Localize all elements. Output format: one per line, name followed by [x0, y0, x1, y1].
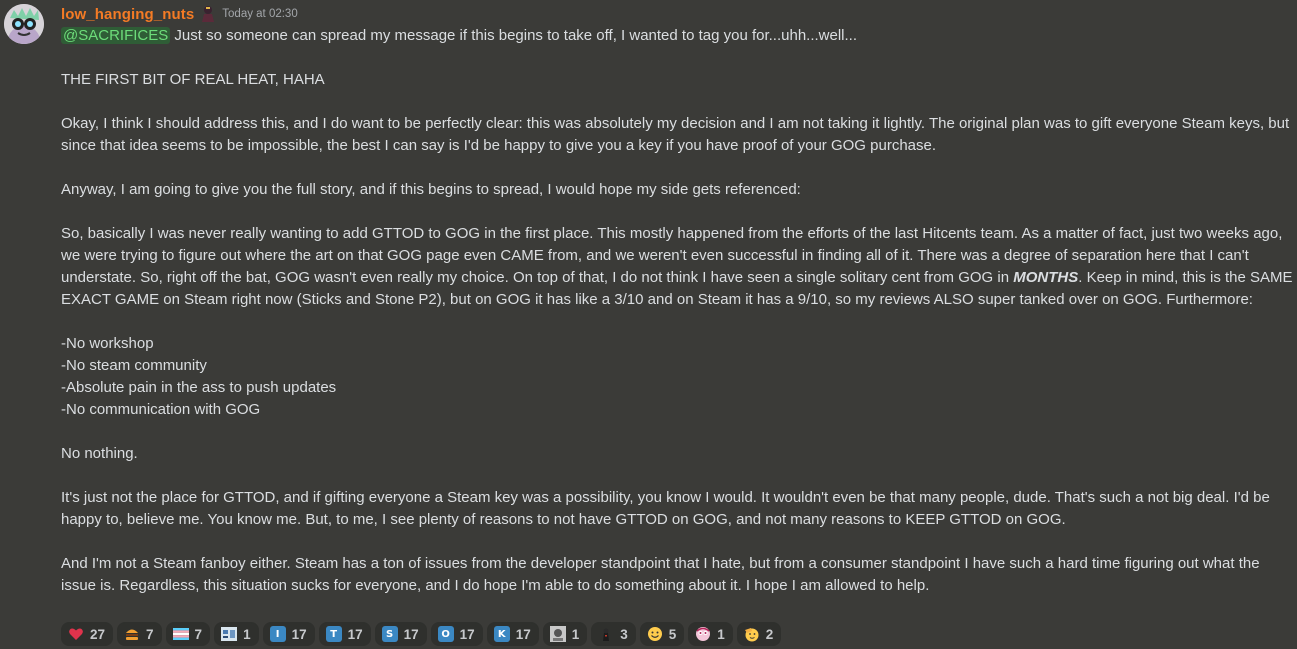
- burger-icon: [124, 626, 140, 642]
- chat-message: low_hanging_nuts Today at 02:30 @SACRIFI…: [0, 0, 1297, 649]
- message-header: low_hanging_nuts Today at 02:30: [61, 4, 298, 24]
- reaction-custom[interactable]: 3: [591, 622, 636, 646]
- letter-o-icon: O: [437, 626, 454, 642]
- reaction-count: 17: [291, 626, 307, 642]
- reaction-count: 1: [717, 626, 725, 642]
- list-item: -No communication with GOG: [61, 401, 261, 418]
- user-mention[interactable]: @SACRIFICES: [61, 27, 171, 44]
- reaction-custom[interactable]: 1: [214, 622, 259, 646]
- reaction-count: 27: [90, 626, 106, 642]
- avatar-icon: [4, 4, 44, 44]
- heart-icon: [68, 626, 84, 642]
- reaction-heart[interactable]: 27: [61, 622, 114, 646]
- paragraph-4: So, basically I was never really wanting…: [61, 223, 1293, 311]
- reaction-custom[interactable]: 1: [688, 622, 733, 646]
- reaction-bar: 27 7 7 1 I 17 T 17 S 17 O 17 K 17 1 3 5 …: [61, 622, 782, 646]
- reaction-smile[interactable]: 5: [639, 622, 685, 646]
- paragraph-3: Anyway, I am going to give you the full …: [61, 181, 801, 198]
- user-avatar[interactable]: [4, 4, 44, 44]
- reaction-letter-o[interactable]: O 17: [430, 622, 483, 646]
- letter-i-icon: I: [269, 626, 286, 642]
- message-timestamp[interactable]: Today at 02:30: [222, 8, 297, 20]
- reaction-count: 1: [571, 626, 580, 642]
- letter-s-icon: S: [381, 626, 398, 642]
- message-first-line: @SACRIFICES Just so someone can spread m…: [61, 25, 1293, 47]
- reaction-count: 2: [765, 626, 774, 642]
- custom-emote-icon: [598, 626, 614, 642]
- list-item: -No steam community: [61, 357, 207, 374]
- reaction-count: 1: [243, 626, 251, 642]
- reaction-count: 17: [459, 626, 475, 642]
- message-content: @SACRIFICES Just so someone can spread m…: [61, 25, 1293, 597]
- reaction-count: 17: [515, 626, 531, 642]
- paragraph-7: And I'm not a Steam fanboy either. Steam…: [61, 555, 1260, 594]
- reaction-letter-i[interactable]: I 17: [262, 622, 315, 646]
- first-line-text: Just so someone can spread my message if…: [170, 27, 858, 44]
- custom-emote-icon: [221, 626, 238, 642]
- letter-t-icon: T: [325, 626, 342, 642]
- paragraph-2: Okay, I think I should address this, and…: [61, 115, 1290, 154]
- reaction-letter-t[interactable]: T 17: [318, 622, 371, 646]
- letter-k-icon: K: [493, 626, 510, 642]
- custom-emote-icon: [695, 626, 711, 642]
- paragraph-1: THE FIRST BIT OF REAL HEAT, HAHA: [61, 71, 325, 88]
- flag-icon: [172, 626, 189, 642]
- reaction-burger[interactable]: 7: [117, 622, 162, 646]
- custom-emote-icon: [549, 626, 566, 642]
- reaction-saluting-face[interactable]: 2: [736, 622, 782, 646]
- emphasis-text: MONTHS: [1013, 269, 1079, 286]
- reaction-count: 3: [620, 626, 628, 642]
- username[interactable]: low_hanging_nuts: [61, 6, 194, 23]
- smile-icon: [647, 626, 663, 642]
- role-badge-icon[interactable]: [200, 5, 216, 23]
- reaction-count: 17: [403, 626, 419, 642]
- list-item: -No workshop: [61, 335, 154, 352]
- reaction-count: 17: [347, 626, 363, 642]
- list-item: -Absolute pain in the ass to push update…: [61, 379, 337, 396]
- paragraph-6: It's just not the place for GTTOD, and i…: [61, 489, 1270, 528]
- reaction-custom[interactable]: 1: [542, 622, 588, 646]
- reaction-flag[interactable]: 7: [165, 622, 211, 646]
- paragraph-5: No nothing.: [61, 445, 138, 462]
- reaction-count: 7: [146, 626, 154, 642]
- reaction-count: 7: [194, 626, 203, 642]
- reaction-letter-s[interactable]: S 17: [374, 622, 427, 646]
- reaction-count: 5: [668, 626, 677, 642]
- saluting-face-icon: [744, 626, 760, 642]
- reaction-letter-k[interactable]: K 17: [486, 622, 539, 646]
